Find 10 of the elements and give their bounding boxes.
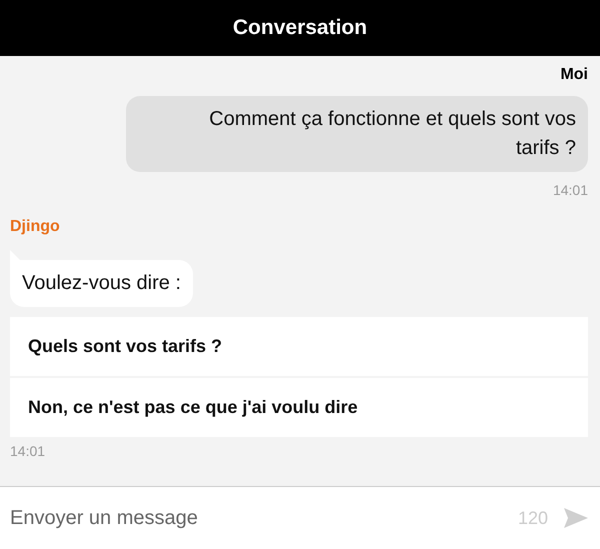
message-time: 14:01: [10, 443, 46, 459]
message-bubble: Voulez-vous dire :: [10, 260, 193, 307]
sender-name: Djingo: [10, 218, 60, 236]
option-button[interactable]: Quels sont vos tarifs ?: [10, 317, 588, 376]
header-title: Conversation: [232, 16, 368, 40]
message-time: 14:01: [552, 182, 588, 198]
message-bubble: Comment ça fonctionne et quels sont vos tarifs ?: [126, 96, 588, 172]
option-button[interactable]: Non, ce n'est pas ce que j'ai voulu dire: [10, 378, 588, 437]
send-icon[interactable]: [564, 508, 588, 528]
sender-name: Moi: [560, 66, 588, 84]
